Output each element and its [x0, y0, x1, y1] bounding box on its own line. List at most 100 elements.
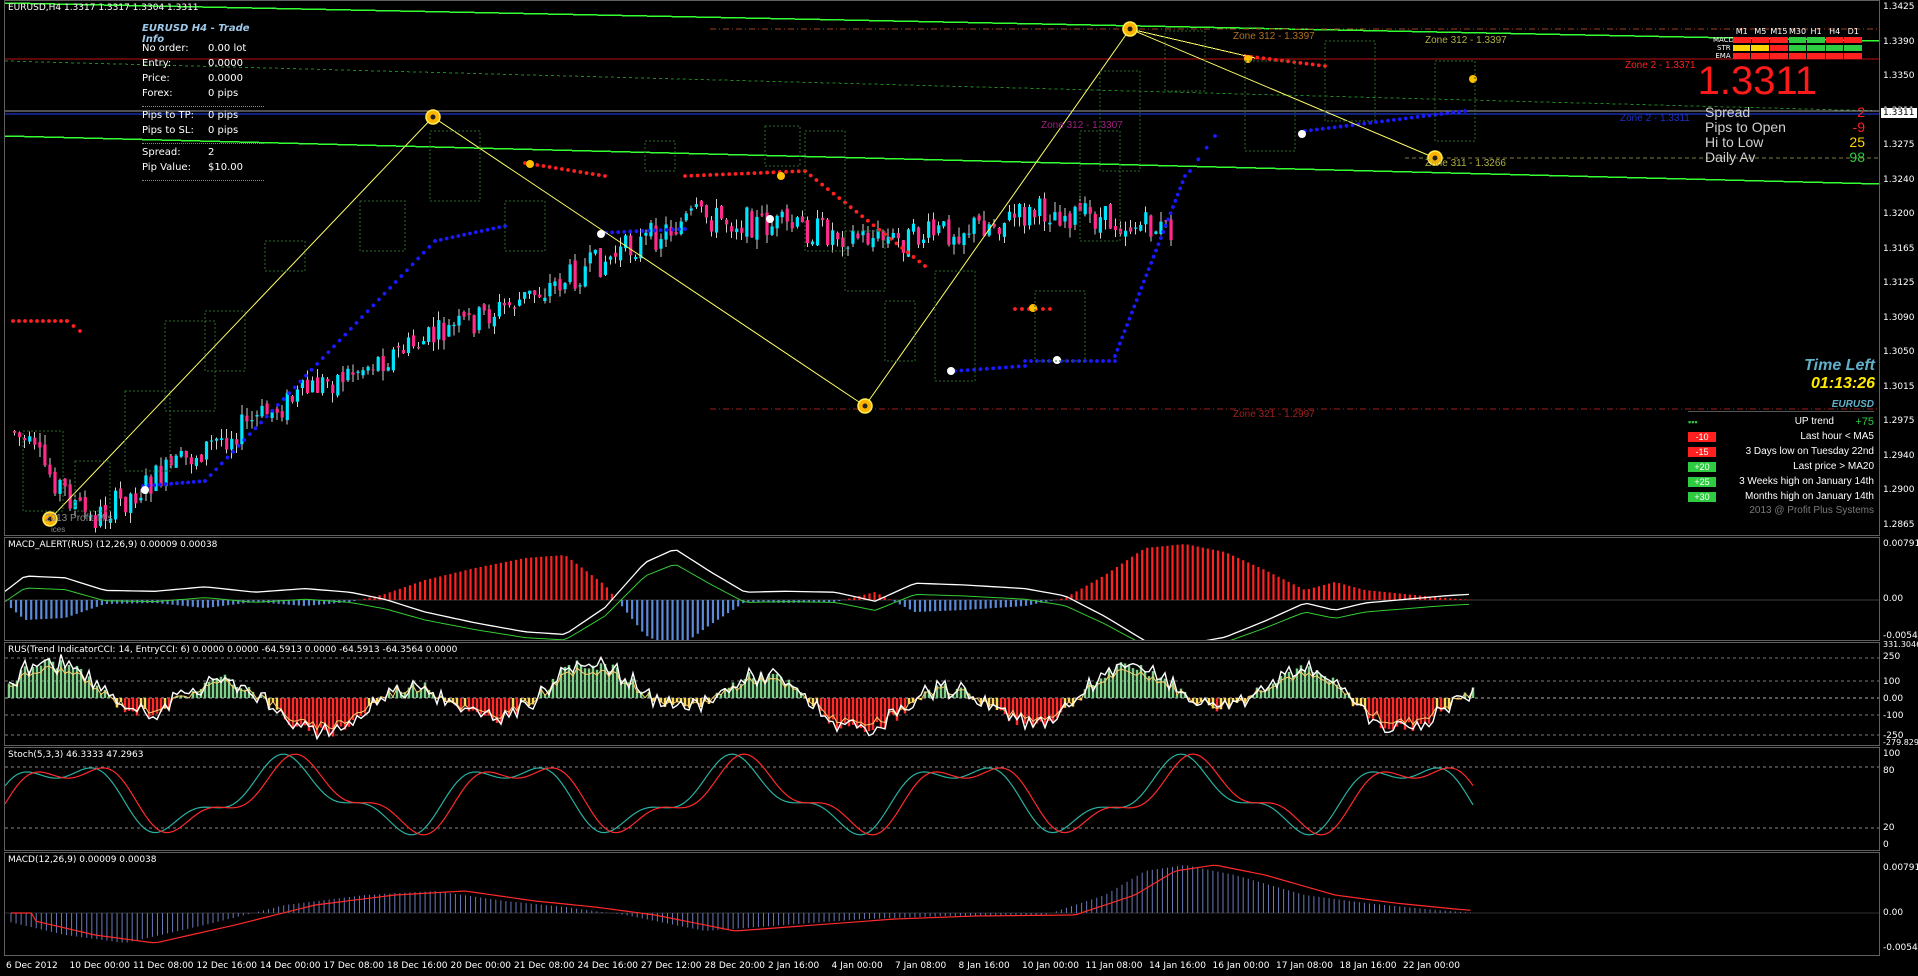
price-stats-panel: Spread 2 Pips to Open -9 Hi to Low 25 Daily Av… — [1705, 105, 1865, 165]
candle-body — [83, 497, 87, 513]
sar-dot — [17, 319, 21, 323]
stochastic-pane[interactable]: Stoch(5,3,3) 46.3333 47.2963 — [4, 747, 1880, 851]
candle-body — [1124, 230, 1128, 237]
price-axis[interactable]: 1.3425 1.3390 1.3350 1.3311 1.3275 1.3240 1.32… — [1880, 0, 1918, 536]
candle-body — [674, 231, 678, 235]
signal-cell — [1844, 37, 1863, 43]
signal-cell — [1732, 45, 1751, 51]
price-axis-label: 1.3125 — [1883, 278, 1915, 288]
sar-dot — [1016, 364, 1021, 369]
stat-row: Daily Av 98 — [1705, 150, 1865, 165]
time-axis[interactable]: 6 Dec 2012 10 Dec 00:00 11 Dec 08:00 12 Dec… — [4, 958, 1880, 976]
trade-info-row: Pip Value: $10.00 — [142, 162, 264, 177]
sar-dot — [831, 191, 836, 196]
sar-dot — [410, 262, 415, 267]
time-axis-label: 12 Dec 16:00 — [196, 961, 258, 971]
candle-body — [800, 216, 804, 223]
candle-body — [543, 297, 547, 302]
sar-dot — [292, 385, 297, 390]
sar-dot — [578, 170, 583, 174]
fractal-box — [1034, 290, 1086, 362]
sar-dot — [865, 218, 870, 223]
candle-body — [467, 313, 471, 315]
sar-dot — [547, 165, 552, 169]
candle-body — [714, 207, 719, 233]
macd-alert-signal — [5, 564, 1470, 640]
cci-axis: 331.3046 250 100 0.00 -100 -250 -279.829 — [1880, 640, 1918, 747]
signal-dot — [1053, 356, 1061, 364]
macd-alert-pane[interactable]: MACD_ALERT(RUS) (12,26,9) 0.00009 0.0003… — [4, 537, 1880, 641]
stat-value: 25 — [1849, 134, 1865, 150]
sar-dot — [1122, 329, 1127, 334]
signal-cell — [1770, 37, 1788, 43]
sar-dot — [1127, 316, 1132, 321]
sar-dot — [382, 291, 387, 296]
cci-histogram — [7, 658, 1475, 738]
sar-dot — [433, 239, 437, 243]
sar-dot — [1213, 134, 1217, 138]
trend-row: +25 3 Weeks high on January 14th — [1688, 474, 1874, 489]
candle-body — [962, 233, 966, 246]
sar-dot — [590, 172, 595, 176]
sar-dot — [1403, 116, 1408, 121]
candle-body — [720, 205, 724, 219]
sar-dot — [497, 225, 502, 230]
cci-trend-pane[interactable]: RUS(Trend IndicatorCCI: 14, EntryCCI: 6)… — [4, 642, 1880, 746]
candle-body — [583, 266, 587, 287]
sar-dot — [444, 236, 449, 241]
macd-pane[interactable]: MACD(12,26,9) 0.00009 0.00038 — [4, 852, 1880, 956]
candle-body — [593, 249, 597, 254]
sar-dot — [640, 229, 645, 233]
signal-dot — [1469, 75, 1477, 83]
candle-body — [209, 440, 214, 442]
sar-dot — [634, 229, 639, 234]
candle-body — [215, 438, 219, 441]
big-current-price: 1.3311 — [1697, 59, 1817, 103]
trend-text: 3 Weeks high on January 14th — [1739, 476, 1874, 487]
candle-body — [331, 384, 335, 394]
candle-body — [1088, 207, 1092, 214]
current-price-marker: 1.3311 — [1881, 108, 1917, 118]
trend-summary: ▪▪▪ UP trend +75 — [1688, 414, 1874, 429]
candle-body — [422, 340, 426, 345]
candle-body — [381, 356, 385, 372]
trade-info-value: 0.0000 — [208, 58, 243, 69]
candle-body — [1038, 198, 1042, 217]
candle-body — [265, 403, 269, 415]
candle-body — [568, 264, 572, 283]
sar-dot — [553, 166, 558, 170]
sar-dot — [1113, 359, 1117, 363]
sar-dot — [683, 174, 687, 178]
sar-dot — [1010, 365, 1015, 369]
timeframe-header: M15 — [1770, 27, 1788, 36]
trend-row: -15 3 Days low on Tuesday 22nd — [1688, 444, 1874, 459]
candle-body — [341, 371, 345, 383]
candle-body — [967, 233, 971, 235]
candle-body — [937, 225, 941, 234]
candle-body — [427, 327, 431, 342]
candle-body — [1093, 213, 1097, 229]
time-axis-label: 8 Jan 16:00 — [958, 961, 1010, 971]
signal-dot — [526, 160, 534, 168]
candle-body — [194, 457, 198, 466]
candle-body — [664, 224, 668, 240]
zone-label: Zone 312 - 1.3397 — [1425, 35, 1507, 46]
stoch-axis: 100 80 20 0 — [1880, 747, 1918, 851]
sar-dot — [1386, 118, 1390, 123]
axis-label: -279.829 — [1883, 738, 1918, 747]
sar-dot — [1309, 128, 1313, 133]
axis-label: 0.00 — [1883, 694, 1904, 704]
trade-info-row: Spread: 2 — [142, 147, 264, 162]
sar-dot — [959, 368, 964, 373]
sar-dot — [1178, 186, 1183, 191]
axis-label: -0.00547 — [1883, 943, 1918, 953]
trend-text: Last price > MA20 — [1793, 461, 1874, 472]
sar-dot — [871, 223, 876, 228]
fractal-box — [1434, 60, 1476, 142]
signal-dot — [947, 367, 955, 375]
trend-row: -10 Last hour < MA5 — [1688, 429, 1874, 444]
candle-body — [310, 380, 315, 393]
price-chart-pane[interactable]: EURUSD,H4 1.3317 1.3317 1.3304 1.3311 EU… — [4, 0, 1880, 536]
sar-dot — [253, 426, 258, 431]
time-left-label: Time Left — [1804, 357, 1875, 374]
